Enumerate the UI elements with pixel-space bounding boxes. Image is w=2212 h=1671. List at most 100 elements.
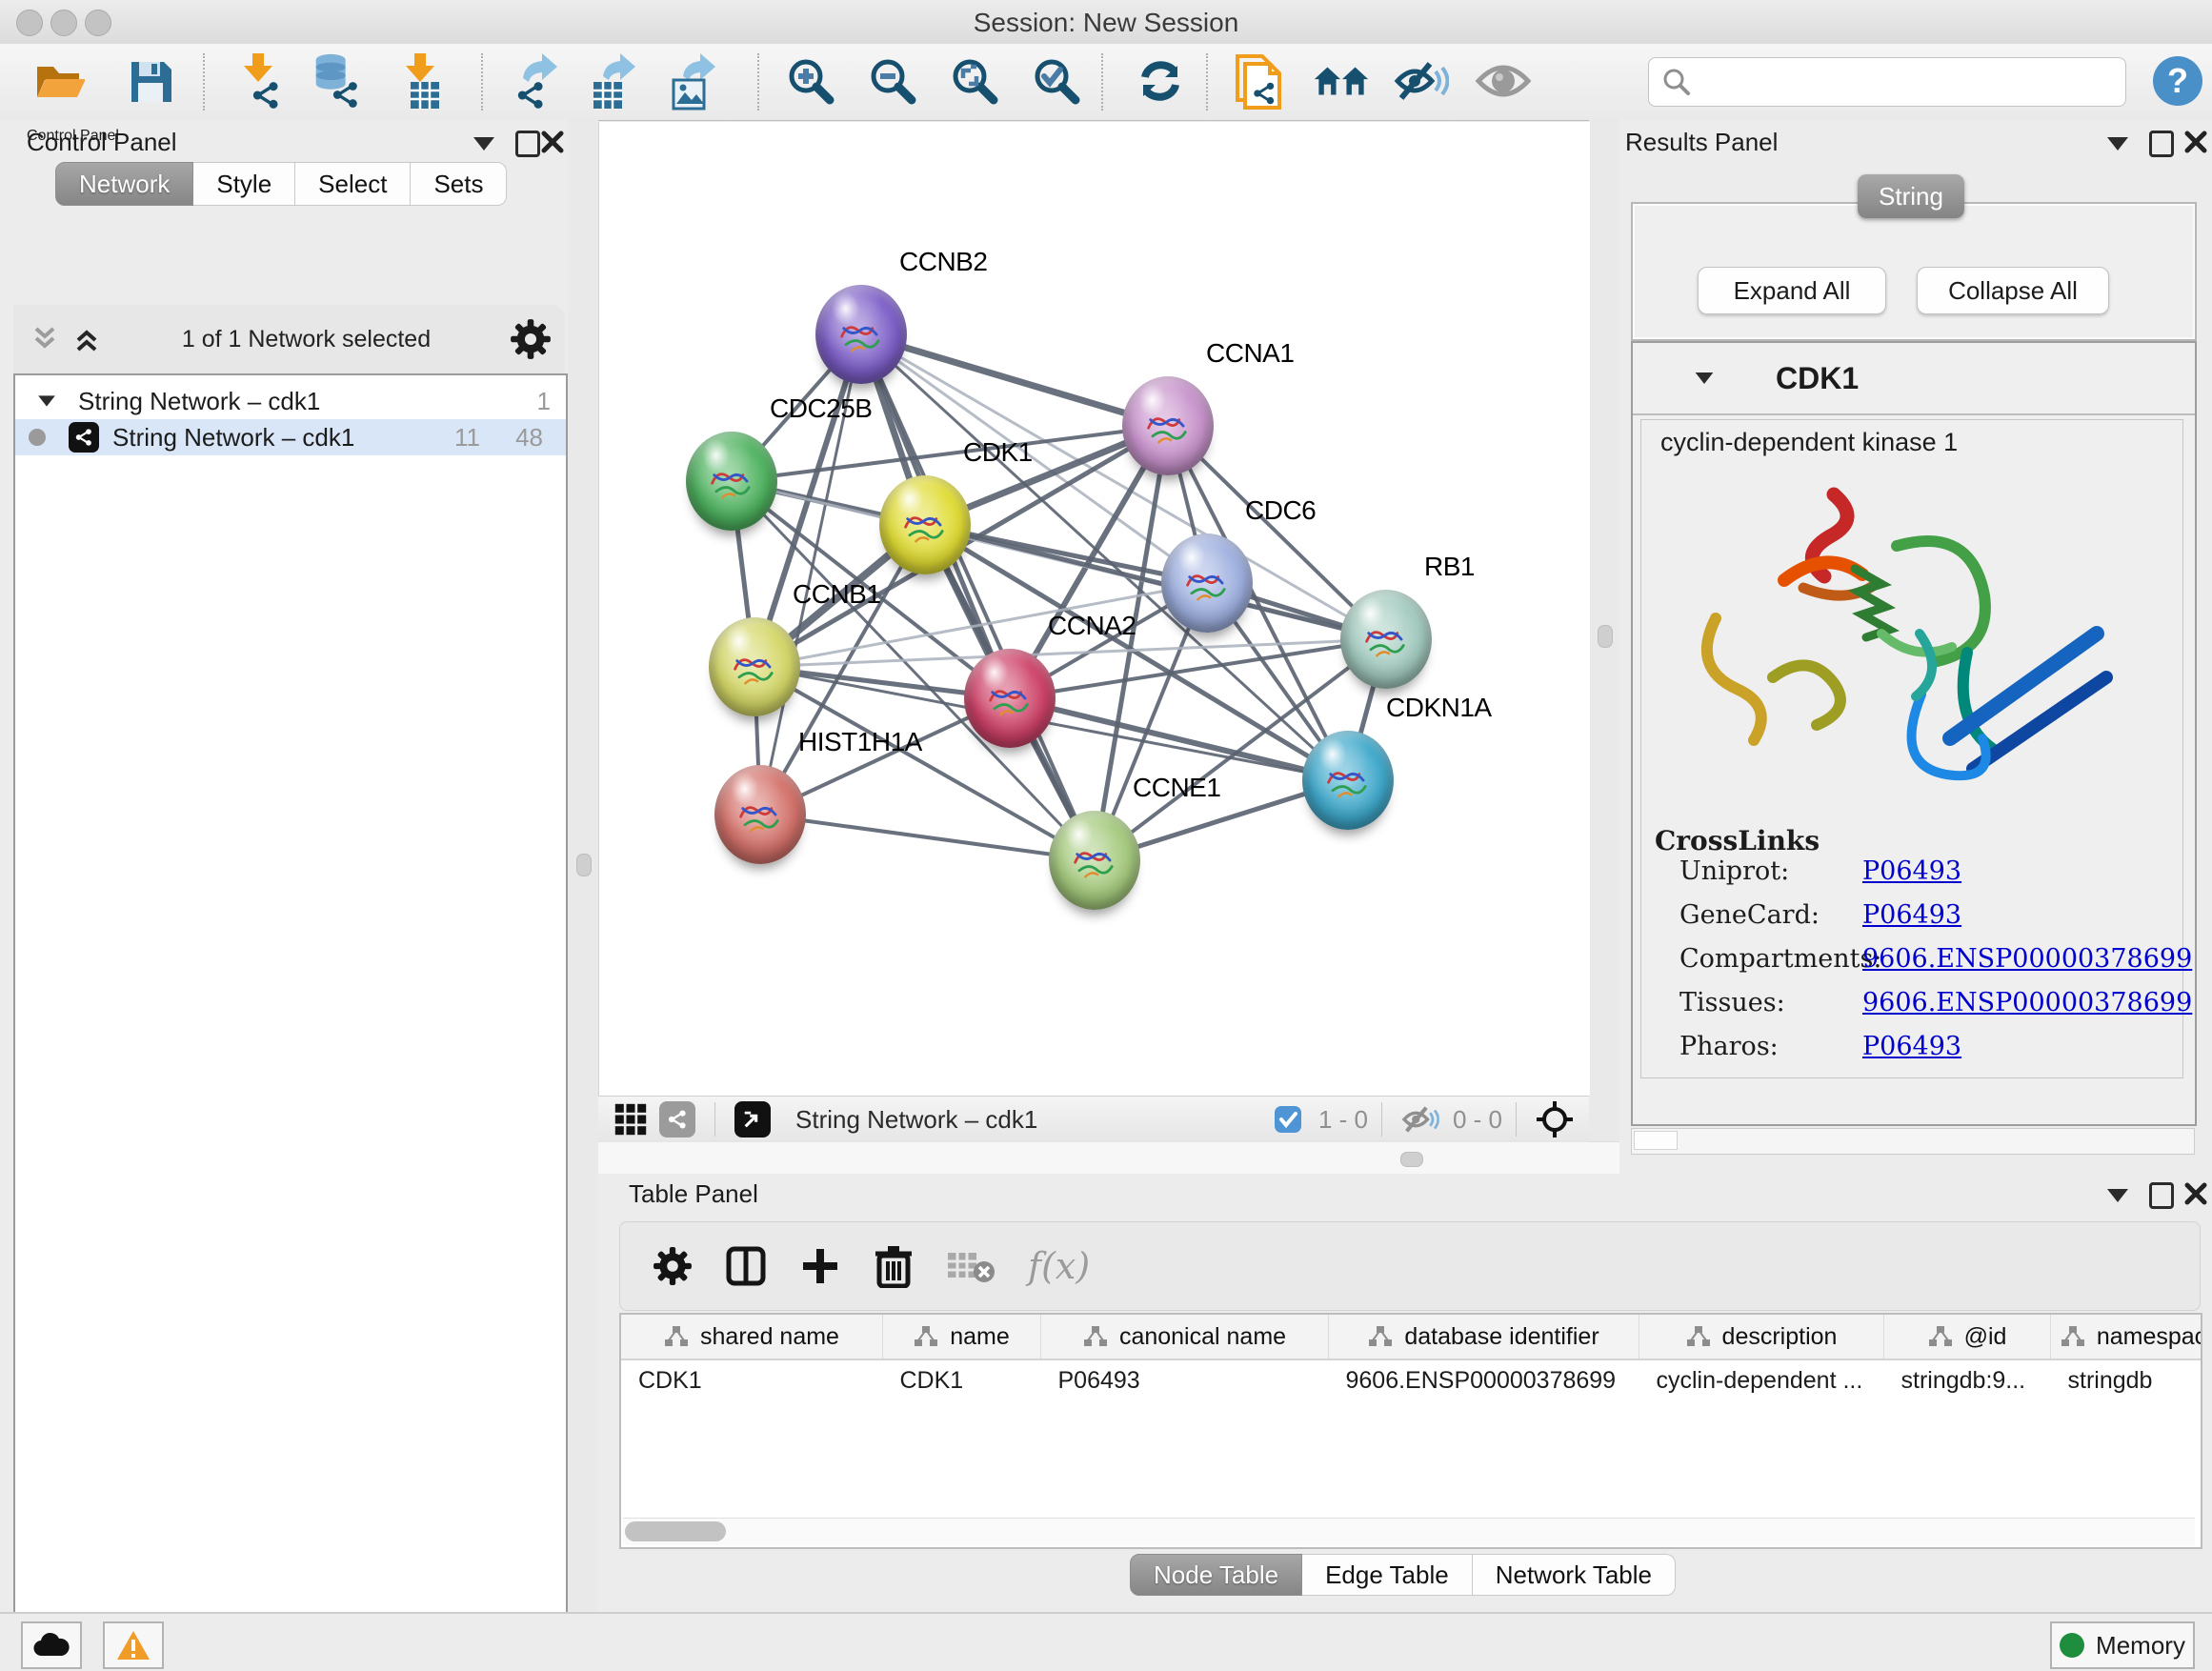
network-edge[interactable] xyxy=(861,334,1095,860)
network-canvas[interactable]: CCNB2CCNA1CDC25BCDK1CDC6RB1CCNB1CCNA2CDK… xyxy=(598,122,1590,1096)
birds-eye-grid-button[interactable] xyxy=(613,1102,648,1137)
function-builder-button[interactable]: f(x) xyxy=(1028,1245,1090,1287)
expand-all-chevron-icon[interactable] xyxy=(70,323,103,355)
column-header-name[interactable]: name xyxy=(883,1315,1041,1359)
network-options-gear-icon[interactable] xyxy=(510,318,552,360)
zoom-selected-button[interactable] xyxy=(1027,51,1084,111)
expand-all-button[interactable]: Expand All xyxy=(1698,267,1886,314)
table-cell[interactable]: stringdb:9... xyxy=(1884,1359,2051,1400)
results-panel-menu-icon[interactable] xyxy=(2107,137,2128,151)
show-graphics-button[interactable] xyxy=(1475,51,1532,111)
network-share-button[interactable] xyxy=(659,1101,695,1137)
network-edge[interactable] xyxy=(861,334,1168,426)
node-table-grid[interactable]: shared namenamecanonical namedatabase id… xyxy=(621,1315,2202,1400)
share-network-document-button[interactable] xyxy=(1231,51,1288,111)
network-overview-button[interactable] xyxy=(1313,51,1370,111)
table-cell[interactable]: stringdb xyxy=(2051,1359,2203,1400)
open-session-button[interactable] xyxy=(29,51,86,111)
delete-column-trash-button[interactable] xyxy=(874,1244,914,1288)
tab-network-table[interactable]: Network Table xyxy=(1473,1554,1676,1596)
column-header-shared-name[interactable]: shared name xyxy=(621,1315,883,1359)
table-settings-gear-button[interactable] xyxy=(653,1246,693,1286)
help-button[interactable]: ? xyxy=(2149,51,2206,111)
tab-style[interactable]: Style xyxy=(193,162,295,206)
crosslink-link[interactable]: P06493 xyxy=(1862,900,1961,930)
network-node-hist1h1a[interactable] xyxy=(714,765,806,864)
tab-edge-table[interactable]: Edge Table xyxy=(1302,1554,1473,1596)
import-network-database-button[interactable] xyxy=(307,51,364,111)
tab-sets[interactable]: Sets xyxy=(411,162,507,206)
crosslink-link[interactable]: 9606.ENSP00000378699 xyxy=(1862,988,2192,1017)
column-header-canonical-name[interactable]: canonical name xyxy=(1041,1315,1329,1359)
table-cell[interactable]: P06493 xyxy=(1041,1359,1329,1400)
control-panel-close-icon[interactable] xyxy=(540,130,565,154)
collapse-all-button[interactable]: Collapse All xyxy=(1917,267,2109,314)
selected-checkbox[interactable] xyxy=(1273,1104,1303,1135)
table-cell[interactable]: CDK1 xyxy=(621,1359,883,1400)
vertical-splitter-left[interactable] xyxy=(568,120,598,1612)
crosslink-link[interactable]: 9606.ENSP00000378699 xyxy=(1862,944,2192,974)
collection-expander-icon[interactable] xyxy=(38,395,55,406)
add-column-button[interactable] xyxy=(799,1245,841,1287)
network-row[interactable]: String Network – cdk1 11 48 xyxy=(15,419,566,455)
cloud-status-button[interactable] xyxy=(21,1621,82,1669)
tab-node-table[interactable]: Node Table xyxy=(1130,1554,1302,1596)
table-panel-float-icon[interactable] xyxy=(2149,1182,2174,1209)
zoom-out-button[interactable] xyxy=(863,51,920,111)
table-panel-close-icon[interactable] xyxy=(2183,1181,2208,1206)
table-row[interactable]: CDK1CDK1P064939606.ENSP00000378699cyclin… xyxy=(621,1359,2202,1400)
network-node-cdc6[interactable] xyxy=(1161,534,1253,633)
column-header-description[interactable]: description xyxy=(1639,1315,1884,1359)
table-panel-menu-icon[interactable] xyxy=(2107,1189,2128,1202)
zoom-in-button[interactable] xyxy=(781,51,838,111)
network-node-cdkn1a[interactable] xyxy=(1302,731,1394,830)
crosslink-link[interactable]: P06493 xyxy=(1862,856,1961,886)
network-node-rb1[interactable] xyxy=(1340,590,1432,689)
column-header-database-identifier[interactable]: database identifier xyxy=(1329,1315,1639,1359)
warning-status-button[interactable] xyxy=(103,1621,164,1669)
crosslink-link[interactable]: P06493 xyxy=(1862,1032,1961,1061)
delete-table-button[interactable] xyxy=(946,1247,995,1285)
protein-expander-icon[interactable] xyxy=(1696,372,1714,384)
export-network-button[interactable] xyxy=(503,51,560,111)
open-in-new-button[interactable] xyxy=(734,1101,771,1137)
network-node-ccna1[interactable] xyxy=(1122,376,1214,475)
network-node-cdc25b[interactable] xyxy=(686,432,777,531)
network-edge[interactable] xyxy=(760,815,1095,860)
import-network-file-button[interactable] xyxy=(231,51,288,111)
fit-selected-crosshair-button[interactable] xyxy=(1536,1100,1574,1138)
import-table-file-button[interactable] xyxy=(392,51,450,111)
show-columns-button[interactable] xyxy=(725,1245,767,1287)
results-panel-close-icon[interactable] xyxy=(2183,130,2208,154)
collapse-all-chevron-icon[interactable] xyxy=(29,323,61,355)
results-panel-float-icon[interactable] xyxy=(2149,131,2174,157)
protein-card-header[interactable]: CDK1 xyxy=(1633,343,2195,415)
search-input[interactable] xyxy=(1700,62,2125,102)
table-cell[interactable]: CDK1 xyxy=(883,1359,1041,1400)
results-scrollbar[interactable] xyxy=(1631,1128,2195,1155)
table-horizontal-scrollbar[interactable] xyxy=(623,1518,2195,1545)
network-node-ccnb2[interactable] xyxy=(815,285,907,384)
zoom-fit-button[interactable] xyxy=(945,51,1002,111)
column-header-namespac[interactable]: namespac xyxy=(2051,1315,2203,1359)
vertical-splitter-right[interactable] xyxy=(1589,120,1619,1174)
export-image-button[interactable] xyxy=(663,51,720,111)
network-node-ccna2[interactable] xyxy=(964,649,1056,748)
export-table-button[interactable] xyxy=(583,51,640,111)
memory-button[interactable]: Memory xyxy=(2050,1621,2195,1669)
control-panel-menu-icon[interactable] xyxy=(473,137,494,151)
network-node-ccnb1[interactable] xyxy=(709,617,800,716)
network-collection-row[interactable]: String Network – cdk1 1 xyxy=(15,383,566,419)
network-node-ccne1[interactable] xyxy=(1049,811,1140,910)
hide-graphics-button[interactable] xyxy=(1393,51,1450,111)
control-panel-float-icon[interactable] xyxy=(515,131,540,157)
column-header--id[interactable]: @id xyxy=(1884,1315,2051,1359)
refresh-button[interactable] xyxy=(1132,51,1189,111)
table-cell[interactable]: 9606.ENSP00000378699 xyxy=(1329,1359,1639,1400)
tab-select[interactable]: Select xyxy=(295,162,411,206)
tab-network[interactable]: Network xyxy=(55,162,193,206)
network-node-cdk1[interactable] xyxy=(879,475,971,574)
tab-string[interactable]: String xyxy=(1858,174,1964,218)
hidden-toggle[interactable] xyxy=(1401,1105,1439,1134)
table-cell[interactable]: cyclin-dependent ... xyxy=(1639,1359,1884,1400)
